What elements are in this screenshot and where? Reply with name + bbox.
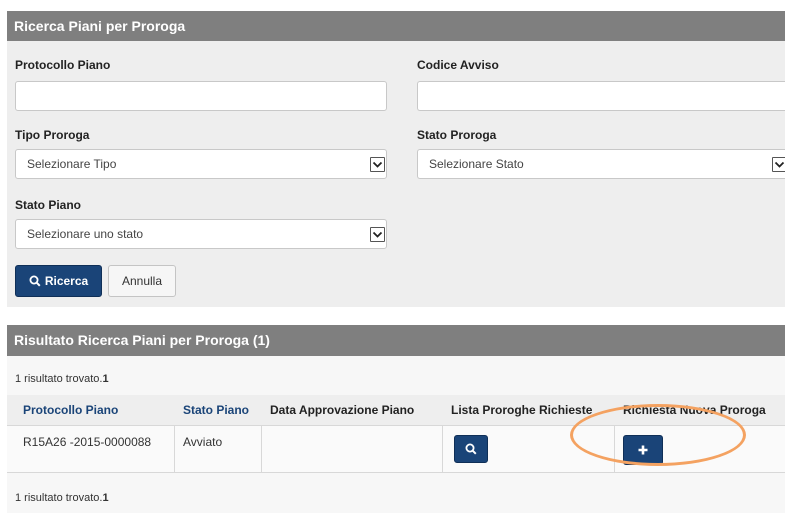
stato-proroga-select[interactable]: Selezionare Stato	[417, 149, 785, 179]
results-panel-title: Risultato Ricerca Piani per Proroga (1)	[7, 325, 785, 356]
column-header-stato[interactable]: Stato Piano	[175, 395, 262, 425]
chevron-down-icon	[370, 157, 385, 172]
results-count-top: 1 risultato trovato.1	[15, 373, 109, 385]
results-count-bottom: 1 risultato trovato.1	[15, 492, 109, 504]
column-header-data-approvazione: Data Approvazione Piano	[270, 403, 415, 417]
stato-proroga-selected: Selezionare Stato	[429, 157, 524, 171]
codice-avviso-label: Codice Avviso	[417, 58, 499, 72]
cell-protocollo: R15A26 -2015-0000088	[7, 426, 175, 472]
tipo-proroga-label: Tipo Proroga	[15, 128, 90, 142]
cell-data-approvazione	[262, 426, 443, 472]
highlight-ellipse	[570, 404, 746, 466]
view-proroghe-button[interactable]	[454, 435, 488, 463]
cancel-button[interactable]: Annulla	[108, 265, 176, 297]
chevron-down-icon	[772, 157, 785, 172]
search-panel: Ricerca Piani per Proroga Protocollo Pia…	[7, 11, 785, 307]
protocollo-piano-label: Protocollo Piano	[15, 58, 111, 72]
protocollo-piano-input[interactable]	[15, 81, 387, 111]
stato-piano-label: Stato Piano	[15, 198, 82, 212]
chevron-down-icon	[370, 227, 385, 242]
search-icon	[29, 275, 41, 287]
codice-avviso-input[interactable]	[417, 81, 785, 111]
search-panel-title: Ricerca Piani per Proroga	[7, 11, 785, 41]
stato-piano-selected: Selezionare uno stato	[27, 227, 144, 241]
tipo-proroga-selected: Selezionare Tipo	[27, 157, 117, 171]
column-header-protocollo[interactable]: Protocollo Piano	[7, 395, 175, 425]
tipo-proroga-select[interactable]: Selezionare Tipo	[15, 149, 387, 179]
stato-proroga-label: Stato Proroga	[417, 128, 497, 142]
cell-stato: Avviato	[175, 426, 262, 472]
search-icon	[465, 443, 477, 455]
stato-piano-select[interactable]: Selezionare uno stato	[15, 219, 387, 249]
search-button[interactable]: Ricerca	[15, 265, 102, 297]
search-button-label: Ricerca	[44, 274, 89, 288]
